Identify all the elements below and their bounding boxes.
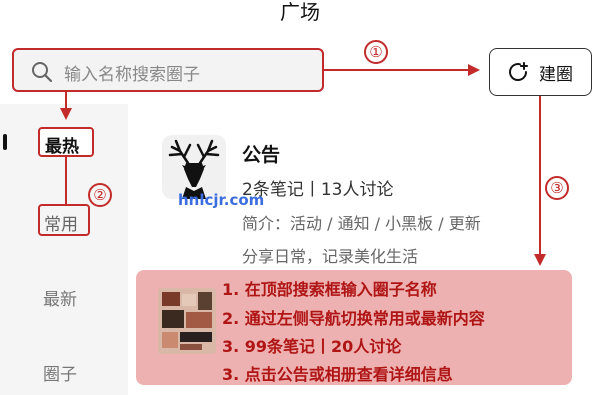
post-stats: 2条笔记丨13人讨论	[242, 180, 394, 200]
annotation-badge-1: ①	[364, 40, 388, 64]
sidebar-item-common[interactable]: 常用	[38, 204, 90, 236]
deer-icon	[168, 139, 220, 199]
album-collage-icon	[158, 288, 216, 354]
annotation-badge-2: ②	[88, 183, 112, 207]
sidebar-active-indicator	[3, 134, 7, 150]
instruction-step-1: 1. 在顶部搜索框输入圈子名称	[222, 280, 437, 299]
refresh-plus-icon	[509, 62, 528, 81]
search-icon	[32, 62, 53, 83]
annotation-badge-3: ③	[545, 176, 569, 200]
instruction-step-4: 3. 点击公告或相册查看详细信息	[222, 365, 453, 384]
create-circle-label: 建圈	[539, 65, 573, 85]
post-title[interactable]: 公告	[242, 140, 280, 167]
search-input[interactable]: 输入名称搜索圈子	[12, 48, 324, 92]
instruction-step-2: 2. 通过左侧导航切换常用或最新内容	[222, 309, 485, 328]
sidebar-item-label: 常用	[44, 215, 78, 235]
sidebar-item-new[interactable]: 最新	[43, 285, 77, 310]
post-avatar[interactable]	[162, 135, 226, 199]
sidebar-item-hot[interactable]: 最热	[38, 127, 94, 157]
create-circle-button[interactable]: 建圈	[489, 48, 592, 96]
post-description: 简介：活动 / 通知 / 小黑板 / 更新	[242, 214, 481, 233]
sidebar-item-label: 最热	[45, 137, 79, 157]
search-placeholder: 输入名称搜索圈子	[64, 65, 200, 85]
instruction-step-3: 3. 99条笔记丨20人讨论	[222, 337, 402, 356]
page-title: 广场	[280, 0, 320, 24]
watermark: hnlcjr.com	[178, 191, 265, 209]
post-description-line2: 分享日常，记录美化生活	[242, 247, 419, 266]
sidebar-item-circle[interactable]: 圈子	[43, 360, 77, 385]
